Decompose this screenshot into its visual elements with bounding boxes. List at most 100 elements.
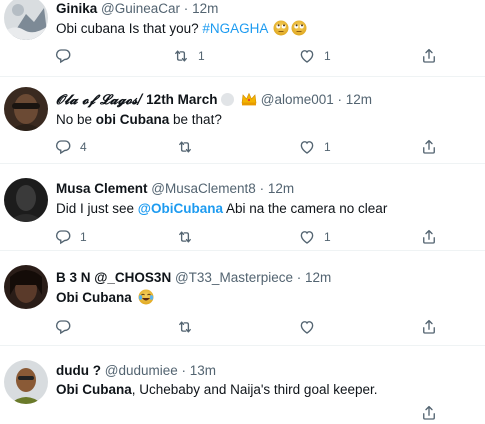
tweet-header: Ginika @GuineaCar · 12m (56, 0, 218, 18)
face-with-rolling-eyes-icon (273, 20, 289, 36)
like-button[interactable]: 1 (298, 228, 331, 246)
retweet-icon (176, 318, 194, 336)
like-count: 1 (324, 49, 331, 63)
reply-icon (54, 318, 72, 336)
like-count: 1 (324, 230, 331, 244)
tweet-header: B 3 N @_CHOS3N @T33_Masterpiece · 12m (56, 269, 331, 287)
crown-icon (241, 92, 257, 106)
face-with-rolling-eyes-icon (291, 20, 307, 36)
like-icon (298, 228, 316, 246)
tweet-text: Obi cubana Is that you? #NGAGHA (56, 20, 307, 38)
separator: · (183, 1, 189, 16)
tweet-text-part: be that? (169, 112, 222, 127)
share-button[interactable] (420, 318, 438, 336)
avatar[interactable] (4, 178, 48, 222)
reply-icon (54, 47, 72, 65)
retweet-icon (172, 47, 190, 65)
share-button[interactable] (420, 138, 438, 156)
tweet-text: Obi Cubana (56, 289, 154, 307)
tweet-text-part: No be (56, 112, 96, 127)
display-name-date: 12th March (142, 92, 218, 107)
user-handle[interactable]: @MusaClement8 (151, 181, 256, 196)
reply-count: 4 (80, 140, 87, 154)
avatar[interactable] (4, 87, 48, 131)
display-name[interactable]: Ginika (56, 1, 97, 16)
display-name[interactable]: B 3 N @_CHOS3N (56, 270, 171, 285)
display-name[interactable]: dudu ? (56, 363, 101, 378)
like-count: 1 (324, 140, 331, 154)
like-icon (298, 138, 316, 156)
separator: · (259, 181, 265, 196)
share-icon (420, 404, 438, 422)
tweet[interactable]: 𝓞𝓵𝓪 𝓸𝓯 𝓛𝓪𝓰𝓸𝓼/ 12th March @alome001 · 12m… (0, 77, 485, 164)
separator: · (337, 92, 343, 107)
like-icon (298, 318, 316, 336)
separator: · (296, 270, 302, 285)
tweet-text-bold: obi Cubana (95, 112, 170, 127)
tweet-text-bold: Obi Cubana (56, 382, 132, 397)
tweet-text-part: Obi cubana Is that you? (56, 21, 203, 36)
reply-button[interactable]: 4 (54, 138, 87, 156)
timestamp[interactable]: 13m (190, 363, 216, 378)
like-icon (298, 47, 316, 65)
separator: · (181, 363, 187, 378)
tweet[interactable]: dudu ? @dudumiee · 13m Obi Cubana, Ucheb… (0, 346, 485, 414)
reply-icon (54, 138, 72, 156)
user-handle[interactable]: @alome001 (261, 92, 334, 107)
tweet[interactable]: Musa Clement @MusaClement8 · 12m Did I j… (0, 164, 485, 251)
like-button[interactable]: 1 (298, 138, 331, 156)
tweet[interactable]: B 3 N @_CHOS3N @T33_Masterpiece · 12m Ob… (0, 251, 485, 346)
avatar[interactable] (4, 0, 48, 40)
tweet-text: Did I just see @ObiCubana Abi na the cam… (56, 200, 387, 218)
retweet-button[interactable] (176, 318, 202, 336)
retweet-icon (176, 228, 194, 246)
retweet-icon (176, 138, 194, 156)
timestamp[interactable]: 12m (305, 270, 331, 285)
display-name[interactable]: 𝓞𝓵𝓪 𝓸𝓯 𝓛𝓪𝓰𝓸𝓼/ (56, 92, 142, 108)
avatar[interactable] (4, 360, 48, 404)
retweet-button[interactable]: 1 (172, 47, 205, 65)
hashtag-link[interactable]: #NGAGHA (202, 21, 267, 36)
tweet-text: Obi Cubana, Uchebaby and Naija's third g… (56, 381, 378, 399)
share-icon (420, 318, 438, 336)
tweet-actions (0, 318, 485, 338)
timestamp[interactable]: 12m (192, 1, 218, 16)
tweet[interactable]: Ginika @GuineaCar · 12m Obi cubana Is th… (0, 0, 485, 77)
timestamp[interactable]: 12m (346, 92, 372, 107)
user-handle[interactable]: @GuineaCar (101, 1, 180, 16)
tweet-header: Musa Clement @MusaClement8 · 12m (56, 180, 294, 198)
tweet-text-part: Did I just see (56, 201, 138, 216)
reply-button[interactable]: 1 (54, 228, 87, 246)
reply-count: 1 (80, 230, 87, 244)
avatar[interactable] (4, 265, 48, 309)
tweet-actions: 1 1 (0, 47, 485, 67)
reply-button[interactable] (54, 47, 80, 65)
share-button[interactable] (420, 47, 438, 65)
reply-icon (54, 228, 72, 246)
timestamp[interactable]: 12m (268, 181, 294, 196)
user-handle[interactable]: @T33_Masterpiece (175, 270, 293, 285)
share-icon (420, 228, 438, 246)
retweet-button[interactable] (176, 138, 202, 156)
share-button[interactable] (420, 228, 438, 246)
tweet-text-part: Obi Cubana (56, 290, 136, 305)
mention-link[interactable]: @ObiCubana (138, 201, 223, 216)
share-icon (420, 47, 438, 65)
tweet-actions: 1 1 (0, 228, 485, 248)
tweet-text: No be obi Cubana be that? (56, 111, 222, 129)
display-name[interactable]: Musa Clement (56, 181, 148, 196)
tweet-header: 𝓞𝓵𝓪 𝓸𝓯 𝓛𝓪𝓰𝓸𝓼/ 12th March @alome001 · 12m (56, 91, 372, 109)
retweet-button[interactable] (176, 228, 202, 246)
face-with-tears-of-joy-icon (138, 289, 154, 305)
user-handle[interactable]: @dudumiee (105, 363, 178, 378)
retweet-count: 1 (198, 49, 205, 63)
like-button[interactable] (298, 318, 324, 336)
reply-button[interactable] (54, 318, 80, 336)
tweet-header: dudu ? @dudumiee · 13m (56, 362, 216, 380)
share-button[interactable] (420, 404, 438, 422)
tweet-actions: 4 1 (0, 138, 485, 158)
tweet-actions (0, 404, 485, 424)
white-circle-icon (221, 93, 235, 106)
like-button[interactable]: 1 (298, 47, 331, 65)
share-icon (420, 138, 438, 156)
